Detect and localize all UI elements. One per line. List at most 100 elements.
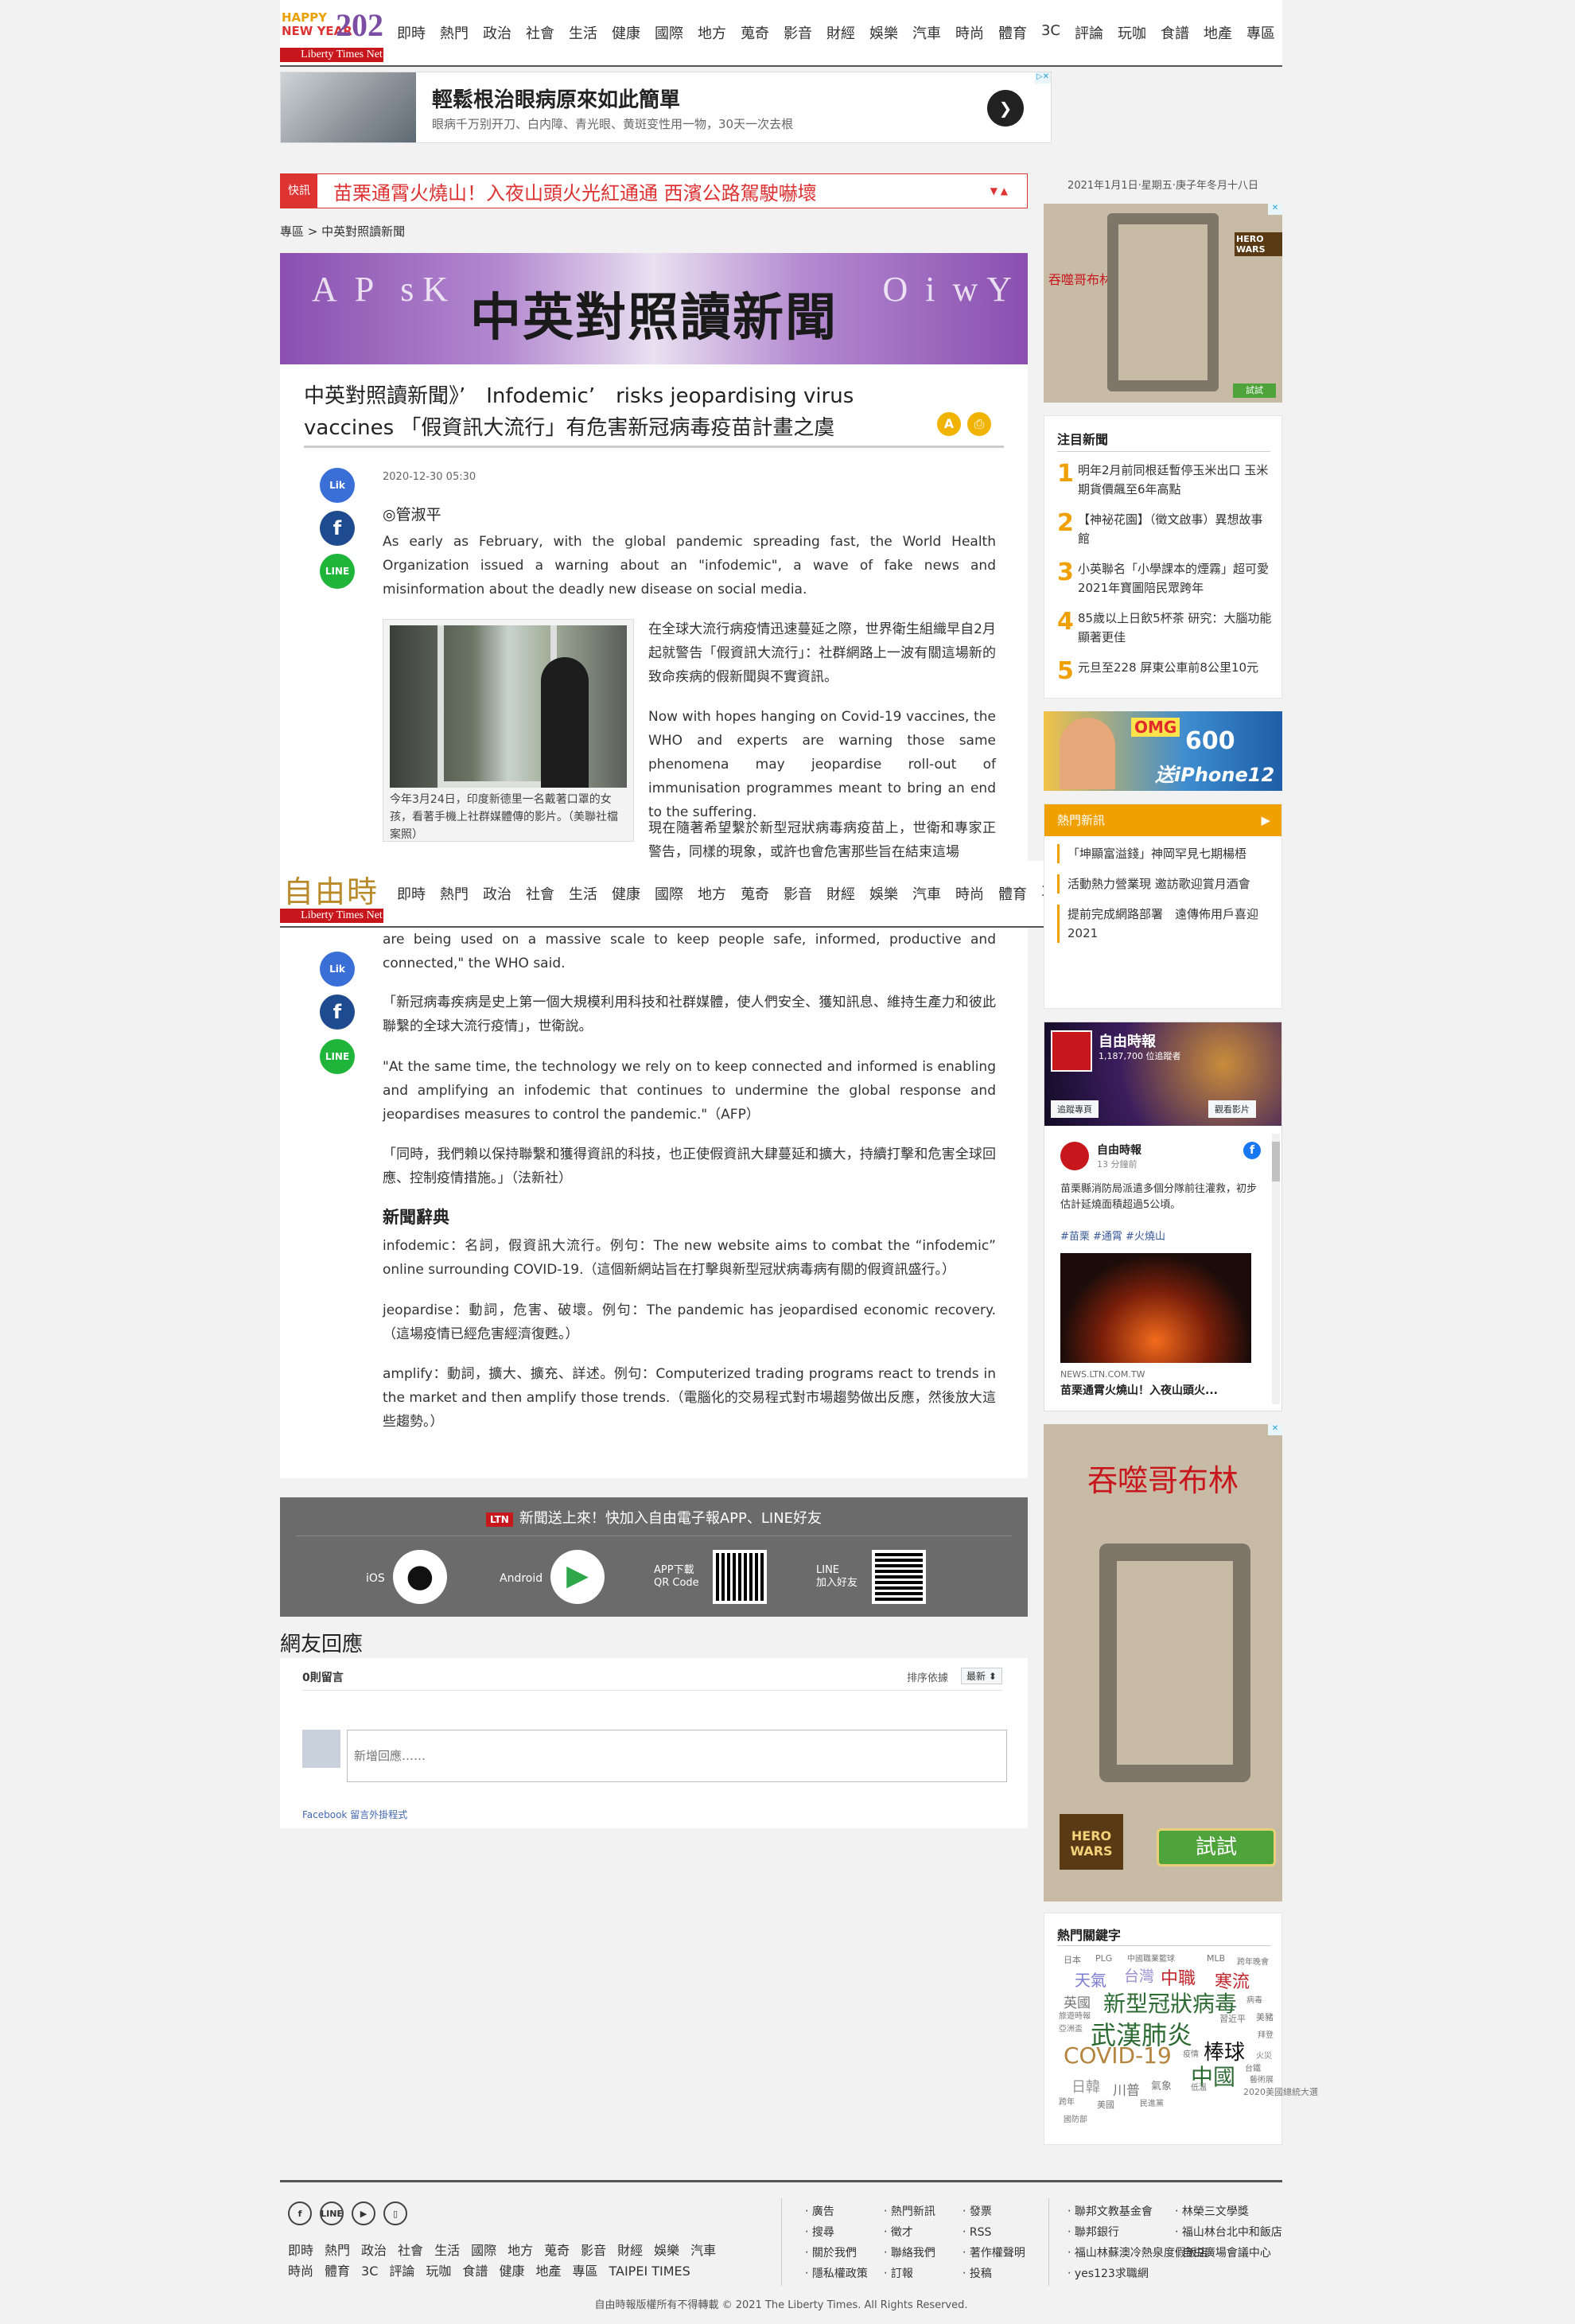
keyword-tag[interactable]: 跨年 bbox=[1059, 2095, 1075, 2107]
footer-link[interactable]: ‧ yes123求職網 bbox=[1068, 2264, 1175, 2284]
like-button[interactable]: Lik bbox=[320, 952, 355, 987]
fb-post-image[interactable] bbox=[1060, 1253, 1251, 1363]
footer-link[interactable]: 社會 bbox=[398, 2243, 423, 2258]
keyword-tag[interactable]: 中國職業籃球 bbox=[1127, 1952, 1175, 1964]
nav-item-11[interactable]: 娛樂 bbox=[862, 22, 905, 43]
hot-news-text[interactable]: 85歲以上日飲5杯茶 研究：大腦功能顯著更佳 bbox=[1078, 609, 1272, 647]
nav-item-2[interactable]: 政治 bbox=[476, 22, 519, 43]
font-size-button[interactable]: A bbox=[937, 412, 961, 436]
nav-item-12[interactable]: 汽車 bbox=[905, 22, 948, 43]
site-logo[interactable]: HAPPYNEW YEAR 2021 Liberty Times Net bbox=[280, 6, 383, 62]
keyword-tag[interactable]: 病毒 bbox=[1246, 1993, 1262, 2005]
comment-input[interactable] bbox=[347, 1730, 1007, 1782]
footer-link[interactable]: 評論 bbox=[389, 2264, 414, 2279]
keyword-tag[interactable]: 疫情 bbox=[1183, 2047, 1199, 2059]
hot-news-text[interactable]: 【神祕花園】（徵文啟事）異想故事館 bbox=[1078, 510, 1272, 548]
nav-item-2[interactable]: 政治 bbox=[476, 883, 519, 904]
footer-link[interactable]: 時尚 bbox=[288, 2264, 313, 2279]
fb-scrollbar[interactable] bbox=[1272, 1134, 1280, 1404]
sidebar-ad-game-2[interactable]: 吞噬哥布林 HERO WARS 試試 ✕ bbox=[1044, 1424, 1282, 1902]
footer-link[interactable]: TAIPEI TIMES bbox=[609, 2264, 690, 2279]
keyword-tag[interactable]: 美國 bbox=[1097, 2098, 1114, 2111]
top-ad[interactable]: 輕鬆根治眼病原來如此簡單 眼病千万别开刀、白内障、青光眼、黄斑变性用一物，30天… bbox=[280, 72, 1052, 143]
footer-link[interactable]: ‧ 林榮三文學獎 bbox=[1175, 2201, 1282, 2222]
facebook-share-icon[interactable]: f bbox=[320, 995, 355, 1030]
footer-link[interactable]: 影音 bbox=[581, 2243, 606, 2258]
sort-select[interactable]: 最新 ⬍ bbox=[961, 1668, 1002, 1684]
keyword-tag[interactable]: 天氣 bbox=[1075, 1968, 1106, 1991]
footer-social-icon-1[interactable]: LINE bbox=[320, 2201, 344, 2225]
footer-link[interactable]: ‧ 著作權聲明 bbox=[962, 2243, 1041, 2264]
footer-social-icon-0[interactable]: f bbox=[288, 2201, 312, 2225]
hot-news-text[interactable]: 小英聯名「小學課本的煙霧」超可愛2021年寶圖陪民眾跨年 bbox=[1078, 559, 1272, 598]
footer-link[interactable]: 政治 bbox=[361, 2243, 387, 2258]
nav-item-15[interactable]: 3C bbox=[1034, 22, 1068, 43]
fb-post-title[interactable]: 苗栗通霄火燒山！入夜山頭火... bbox=[1060, 1382, 1218, 1398]
footer-link[interactable]: 蒐奇 bbox=[544, 2243, 570, 2258]
hot-tag-item[interactable]: 「坤顯富溢錢」神岡罕見七期楊梧 bbox=[1057, 844, 1272, 863]
footer-link[interactable]: ‧ 熱門新訊 bbox=[884, 2201, 962, 2222]
nav-item-8[interactable]: 蒐奇 bbox=[733, 883, 776, 904]
nav-item-1[interactable]: 熱門 bbox=[433, 883, 476, 904]
footer-link[interactable]: 專區 bbox=[572, 2264, 597, 2279]
ad-arrow-button[interactable]: ❯ bbox=[987, 90, 1024, 127]
keyword-tag[interactable]: 日本 bbox=[1064, 1953, 1081, 1966]
hot-news-item[interactable]: 4 85歲以上日飲5杯茶 研究：大腦功能顯著更佳 bbox=[1057, 609, 1272, 647]
facebook-page-widget[interactable]: 自由時報 1,187,700 位追蹤者 追蹤專頁 觀看影片 自由時報 13 分鐘… bbox=[1044, 1022, 1282, 1411]
keyword-tag[interactable]: 氣象 bbox=[1151, 2077, 1172, 2092]
keyword-tag[interactable]: MLB bbox=[1207, 1953, 1225, 1964]
nav-item-10[interactable]: 財經 bbox=[819, 22, 862, 43]
footer-link[interactable]: ‧ RSS bbox=[962, 2222, 1041, 2243]
keyword-tag[interactable]: 火災 bbox=[1256, 2049, 1272, 2061]
footer-link[interactable]: ‧ 福山林蘇澳冷熱泉度假飯店 bbox=[1068, 2243, 1208, 2264]
keyword-tag[interactable]: COVID-19 bbox=[1064, 2042, 1172, 2069]
nav-item-7[interactable]: 地方 bbox=[690, 883, 733, 904]
keyword-tag[interactable]: PLG bbox=[1095, 1953, 1112, 1964]
keyword-tag[interactable]: 日韓 bbox=[1071, 2076, 1100, 2096]
keyword-tag[interactable]: 藝術展 bbox=[1250, 2073, 1274, 2085]
sticky-logo[interactable]: 自由時報 Liberty Times Net bbox=[280, 867, 383, 923]
keyword-tag[interactable]: 新型冠狀病毒 bbox=[1103, 1987, 1237, 2018]
nav-item-7[interactable]: 地方 bbox=[690, 22, 733, 43]
footer-link[interactable]: ‧ 自由廣場會議中心 bbox=[1175, 2243, 1282, 2264]
nav-item-16[interactable]: 評論 bbox=[1068, 22, 1110, 43]
footer-link[interactable]: ‧ 廣告 bbox=[805, 2201, 884, 2222]
fb-watch-button[interactable]: 觀看影片 bbox=[1208, 1100, 1256, 1118]
iphone-ad[interactable]: OMG 600 送iPhone12 bbox=[1044, 711, 1282, 791]
footer-link[interactable]: ‧ 福山林台北中和飯店 bbox=[1175, 2222, 1282, 2243]
hot-news-item[interactable]: 3 小英聯名「小學課本的煙霧」超可愛2021年寶圖陪民眾跨年 bbox=[1057, 559, 1272, 598]
footer-link[interactable]: 生活 bbox=[434, 2243, 460, 2258]
nav-item-6[interactable]: 國際 bbox=[648, 883, 690, 904]
footer-link[interactable]: 汽車 bbox=[690, 2243, 716, 2258]
like-button[interactable]: Lik bbox=[320, 468, 355, 503]
footer-link[interactable]: 地產 bbox=[535, 2264, 561, 2279]
footer-link[interactable]: ‧ 聯邦銀行 bbox=[1068, 2222, 1175, 2243]
ticker-text[interactable]: 苗栗通霄火燒山！入夜山頭火光紅通通 西濱公路駕駛嚇壞 bbox=[333, 177, 990, 205]
nav-item-10[interactable]: 財經 bbox=[819, 883, 862, 904]
keyword-tag[interactable]: 川普 bbox=[1113, 2079, 1140, 2099]
keyword-tag[interactable]: 拜登 bbox=[1258, 2028, 1274, 2040]
footer-link[interactable]: ‧ 投稿 bbox=[962, 2264, 1041, 2284]
sidebar-ad-game[interactable]: 吞噬哥布林 HERO WARS 試試 ✕ bbox=[1044, 204, 1282, 403]
footer-link[interactable]: 熱門 bbox=[325, 2243, 350, 2258]
fb-page-name[interactable]: 自由時報 bbox=[1099, 1030, 1156, 1051]
keyword-tag[interactable]: 台鐵 bbox=[1245, 2061, 1261, 2073]
footer-link[interactable]: 國際 bbox=[471, 2243, 496, 2258]
nav-item-13[interactable]: 時尚 bbox=[948, 883, 991, 904]
hot-tag-item[interactable]: 提前完成網路部署 遠傳佈用戶喜迎2021 bbox=[1057, 905, 1272, 943]
nav-item-20[interactable]: 專區 bbox=[1239, 22, 1282, 43]
nav-item-14[interactable]: 體育 bbox=[991, 883, 1034, 904]
facebook-plugin-label[interactable]: Facebook 留言外掛程式 bbox=[302, 1808, 407, 1821]
keyword-tag[interactable]: 亞洲盃 bbox=[1059, 2022, 1083, 2034]
print-icon[interactable]: ⎙ bbox=[967, 412, 991, 436]
breaking-news-ticker[interactable]: 快訊 苗栗通霄火燒山！入夜山頭火光紅通通 西濱公路駕駛嚇壞 ▼ ▲ bbox=[280, 173, 1028, 208]
line-share-icon[interactable]: LINE bbox=[320, 1039, 355, 1074]
footer-link[interactable]: 健康 bbox=[499, 2264, 524, 2279]
nav-item-4[interactable]: 生活 bbox=[562, 22, 605, 43]
hot-news-text[interactable]: 元旦至228 屏東公車前8公里10元 bbox=[1078, 658, 1272, 685]
footer-link[interactable]: ‧ 聯邦文教基金會 bbox=[1068, 2201, 1175, 2222]
footer-link[interactable]: ‧ 搜尋 bbox=[805, 2222, 884, 2243]
nav-item-11[interactable]: 娛樂 bbox=[862, 883, 905, 904]
nav-item-3[interactable]: 社會 bbox=[519, 22, 562, 43]
nav-item-6[interactable]: 國際 bbox=[648, 22, 690, 43]
